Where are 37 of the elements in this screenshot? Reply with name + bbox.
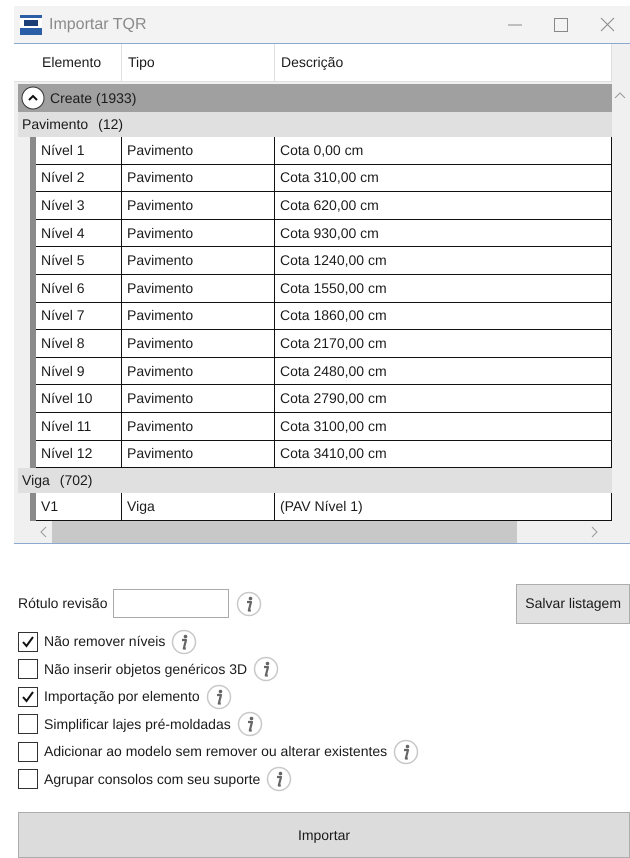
info-icon[interactable] xyxy=(266,766,292,792)
option-label: Não inserir objetos genéricos 3D xyxy=(44,660,248,679)
checkbox[interactable] xyxy=(18,632,38,652)
subgroup-header[interactable]: Pavimento (12) xyxy=(18,112,612,137)
revision-input[interactable] xyxy=(112,589,228,618)
import-button[interactable]: Importar xyxy=(18,812,630,858)
info-icon[interactable] xyxy=(393,738,420,765)
checkbox[interactable] xyxy=(18,742,38,762)
option-label: Importação por elemento xyxy=(44,687,200,706)
option-label: Adicionar ao modelo sem remover ou alterar existentes xyxy=(44,742,388,762)
option-label: Não remover níveis xyxy=(44,632,166,652)
info-icon[interactable] xyxy=(171,628,198,655)
scrollbar-thumb[interactable] xyxy=(52,520,517,543)
info-icon[interactable] xyxy=(253,656,280,682)
window-title: Importar TQR xyxy=(49,14,146,34)
collapse-icon[interactable] xyxy=(21,86,45,110)
subgroup-name: Pavimento xyxy=(22,115,88,134)
info-icon[interactable] xyxy=(236,590,262,617)
subgroup-count: (702) xyxy=(60,471,92,490)
info-icon[interactable] xyxy=(236,711,263,738)
option-label: Agrupar consolos com seu suporte xyxy=(44,770,260,789)
revision-label: Rótulo revisão xyxy=(18,594,108,614)
column-header[interactable]: Tipo xyxy=(122,44,275,81)
option-label: Simplificar lajes pré-moldadas xyxy=(44,714,231,734)
subgroup-name: Viga xyxy=(22,471,50,490)
save-list-button[interactable]: Salvar listagem xyxy=(516,584,630,624)
group-label: Create (1933) xyxy=(50,88,136,108)
checkbox[interactable] xyxy=(18,686,38,707)
checkbox[interactable] xyxy=(18,769,38,790)
checkbox[interactable] xyxy=(18,659,38,680)
group-header[interactable]: Create (1933) xyxy=(18,84,612,112)
info-icon[interactable] xyxy=(206,684,232,710)
subgroup-header[interactable]: Viga (702) xyxy=(18,468,612,494)
app-logo-icon xyxy=(20,14,42,36)
subgroup-count: (12) xyxy=(98,115,124,134)
column-header[interactable]: Elemento xyxy=(36,44,122,81)
checkbox[interactable] xyxy=(18,714,38,734)
